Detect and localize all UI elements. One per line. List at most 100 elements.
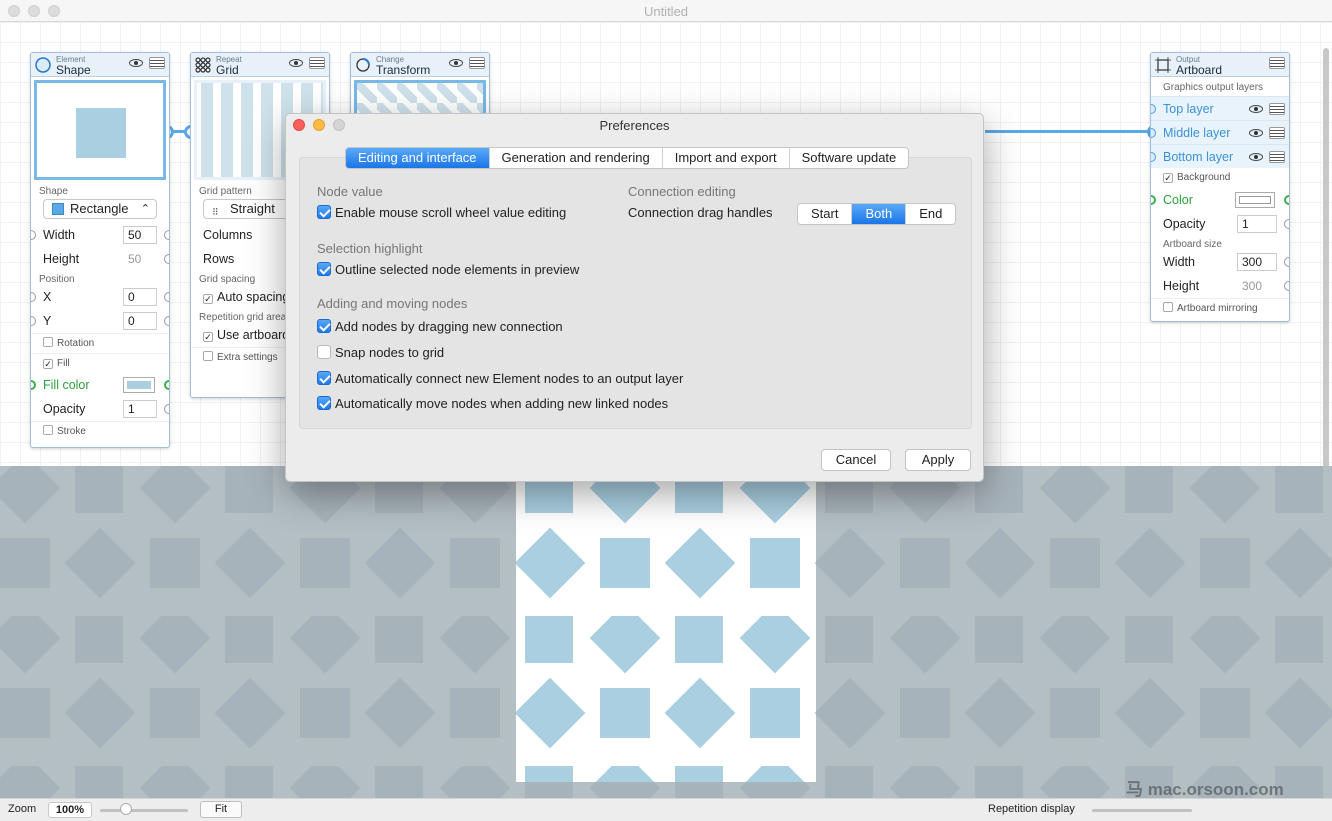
use-artboard-checkbox[interactable]: ✓ — [203, 332, 213, 342]
eye-icon[interactable] — [289, 59, 303, 67]
input-port[interactable] — [31, 316, 36, 326]
layer-row-middle[interactable]: Middle layer — [1151, 120, 1289, 144]
checkbox[interactable] — [317, 345, 331, 359]
shape-node[interactable]: Element Shape Shape Rectangle ⌃ Width 50 … — [30, 52, 170, 448]
zoom-field[interactable]: 100% — [48, 802, 92, 818]
artboard-node[interactable]: Output Artboard Graphics output layers T… — [1150, 52, 1290, 322]
layer-port[interactable] — [1151, 152, 1156, 162]
title-bar: Untitled — [0, 0, 1332, 22]
extra-settings-checkbox[interactable] — [203, 351, 213, 361]
checkbox[interactable] — [317, 319, 331, 333]
option-auto-connect[interactable]: Automatically connect new Element nodes … — [317, 371, 683, 386]
cancel-button[interactable]: Cancel — [821, 449, 891, 471]
output-port[interactable] — [1284, 257, 1289, 267]
output-port[interactable] — [164, 230, 169, 240]
zoom-slider-track[interactable] — [100, 809, 188, 812]
rotation-checkbox[interactable] — [43, 337, 53, 347]
shape-dropdown[interactable]: Rectangle ⌃ — [43, 199, 157, 219]
fill-row[interactable]: ✓ Fill — [31, 353, 169, 373]
mirroring-checkbox[interactable] — [1163, 302, 1173, 312]
segment-end[interactable]: End — [906, 204, 955, 224]
node-header[interactable]: Output Artboard — [1151, 53, 1289, 77]
rotation-row[interactable]: Rotation — [31, 333, 169, 353]
menu-icon[interactable] — [1269, 151, 1285, 163]
fill-checkbox[interactable]: ✓ — [43, 359, 53, 369]
layer-row-bottom[interactable]: Bottom layer — [1151, 144, 1289, 168]
opacity-field[interactable]: 1 — [123, 400, 157, 418]
output-port[interactable] — [1284, 195, 1289, 205]
mirroring-row[interactable]: Artboard mirroring — [1151, 298, 1289, 318]
segment-both[interactable]: Both — [852, 204, 907, 224]
fill-color-swatch[interactable] — [123, 377, 155, 393]
stroke-label: Stroke — [57, 426, 86, 437]
checkbox[interactable] — [317, 371, 331, 385]
input-port[interactable] — [1151, 195, 1156, 205]
option-add-by-dragging[interactable]: Add nodes by dragging new connection — [317, 319, 563, 334]
repetition-slider[interactable] — [1092, 809, 1192, 812]
checkbox[interactable] — [317, 396, 331, 410]
y-field[interactable]: 0 — [123, 312, 157, 330]
output-port[interactable] — [164, 404, 169, 414]
tab-import-export[interactable]: Import and export — [663, 148, 790, 168]
use-artboard-label: Use artboard — [217, 328, 290, 342]
output-port[interactable] — [164, 254, 169, 264]
menu-icon[interactable] — [1269, 103, 1285, 115]
option-outline-selected[interactable]: Outline selected node elements in previe… — [317, 262, 579, 277]
layer-port[interactable] — [1151, 128, 1156, 138]
input-port[interactable] — [31, 380, 36, 390]
tab-generation-rendering[interactable]: Generation and rendering — [490, 148, 663, 168]
input-port[interactable] — [31, 230, 36, 240]
width-field[interactable]: 50 — [123, 226, 157, 244]
color-swatch[interactable] — [1235, 192, 1275, 208]
menu-icon[interactable] — [469, 57, 485, 69]
background-row[interactable]: ✓ Background — [1151, 168, 1289, 188]
menu-icon[interactable] — [149, 57, 165, 69]
option-scroll-wheel[interactable]: Enable mouse scroll wheel value editing — [317, 205, 566, 220]
node-header[interactable]: Repeat Grid — [191, 53, 329, 77]
height-field[interactable]: 50 — [123, 250, 157, 268]
canvas-scrollbar[interactable] — [1323, 48, 1329, 478]
node-header[interactable]: Element Shape — [31, 53, 169, 77]
output-port[interactable] — [164, 292, 169, 302]
circle-shape-icon — [35, 57, 51, 73]
rectangle-icon — [52, 203, 64, 215]
background-checkbox[interactable]: ✓ — [1163, 173, 1173, 183]
checkbox[interactable] — [317, 205, 331, 219]
output-port[interactable] — [164, 316, 169, 326]
menu-icon[interactable] — [1269, 127, 1285, 139]
eye-icon[interactable] — [1249, 105, 1263, 113]
option-auto-move[interactable]: Automatically move nodes when adding new… — [317, 396, 668, 411]
segment-start[interactable]: Start — [798, 204, 853, 224]
menu-icon[interactable] — [1269, 57, 1285, 69]
stroke-row[interactable]: Stroke — [31, 421, 169, 441]
x-row: X0 — [31, 285, 169, 309]
layer-port[interactable] — [1151, 104, 1156, 114]
menu-icon[interactable] — [309, 57, 325, 69]
input-port[interactable] — [31, 292, 36, 302]
height-field[interactable]: 300 — [1237, 277, 1277, 295]
x-field[interactable]: 0 — [123, 288, 157, 306]
preview-area[interactable] — [0, 466, 1332, 798]
eye-icon[interactable] — [449, 59, 463, 67]
zoom-slider-thumb[interactable] — [120, 803, 132, 815]
status-bar: Zoom 100% Fit Repetition display 马 mac.o… — [0, 780, 1332, 821]
eye-icon[interactable] — [1249, 153, 1263, 161]
tab-software-update[interactable]: Software update — [790, 148, 909, 168]
option-snap-to-grid[interactable]: Snap nodes to grid — [317, 345, 444, 360]
opacity-field[interactable]: 1 — [1237, 215, 1277, 233]
apply-button[interactable]: Apply — [905, 449, 971, 471]
width-field[interactable]: 300 — [1237, 253, 1277, 271]
layer-row-top[interactable]: Top layer — [1151, 96, 1289, 120]
output-port[interactable] — [164, 380, 169, 390]
auto-spacing-checkbox[interactable]: ✓ — [203, 294, 213, 304]
output-port[interactable] — [1284, 281, 1289, 291]
connection-to-artboard[interactable] — [985, 130, 1155, 133]
checkbox[interactable] — [317, 262, 331, 276]
eye-icon[interactable] — [1249, 129, 1263, 137]
node-header[interactable]: Change Transform — [351, 53, 489, 77]
fit-button[interactable]: Fit — [200, 801, 242, 818]
stroke-checkbox[interactable] — [43, 425, 53, 435]
eye-icon[interactable] — [129, 59, 143, 67]
tab-editing-interface[interactable]: Editing and interface — [346, 148, 490, 168]
output-port[interactable] — [1284, 219, 1289, 229]
